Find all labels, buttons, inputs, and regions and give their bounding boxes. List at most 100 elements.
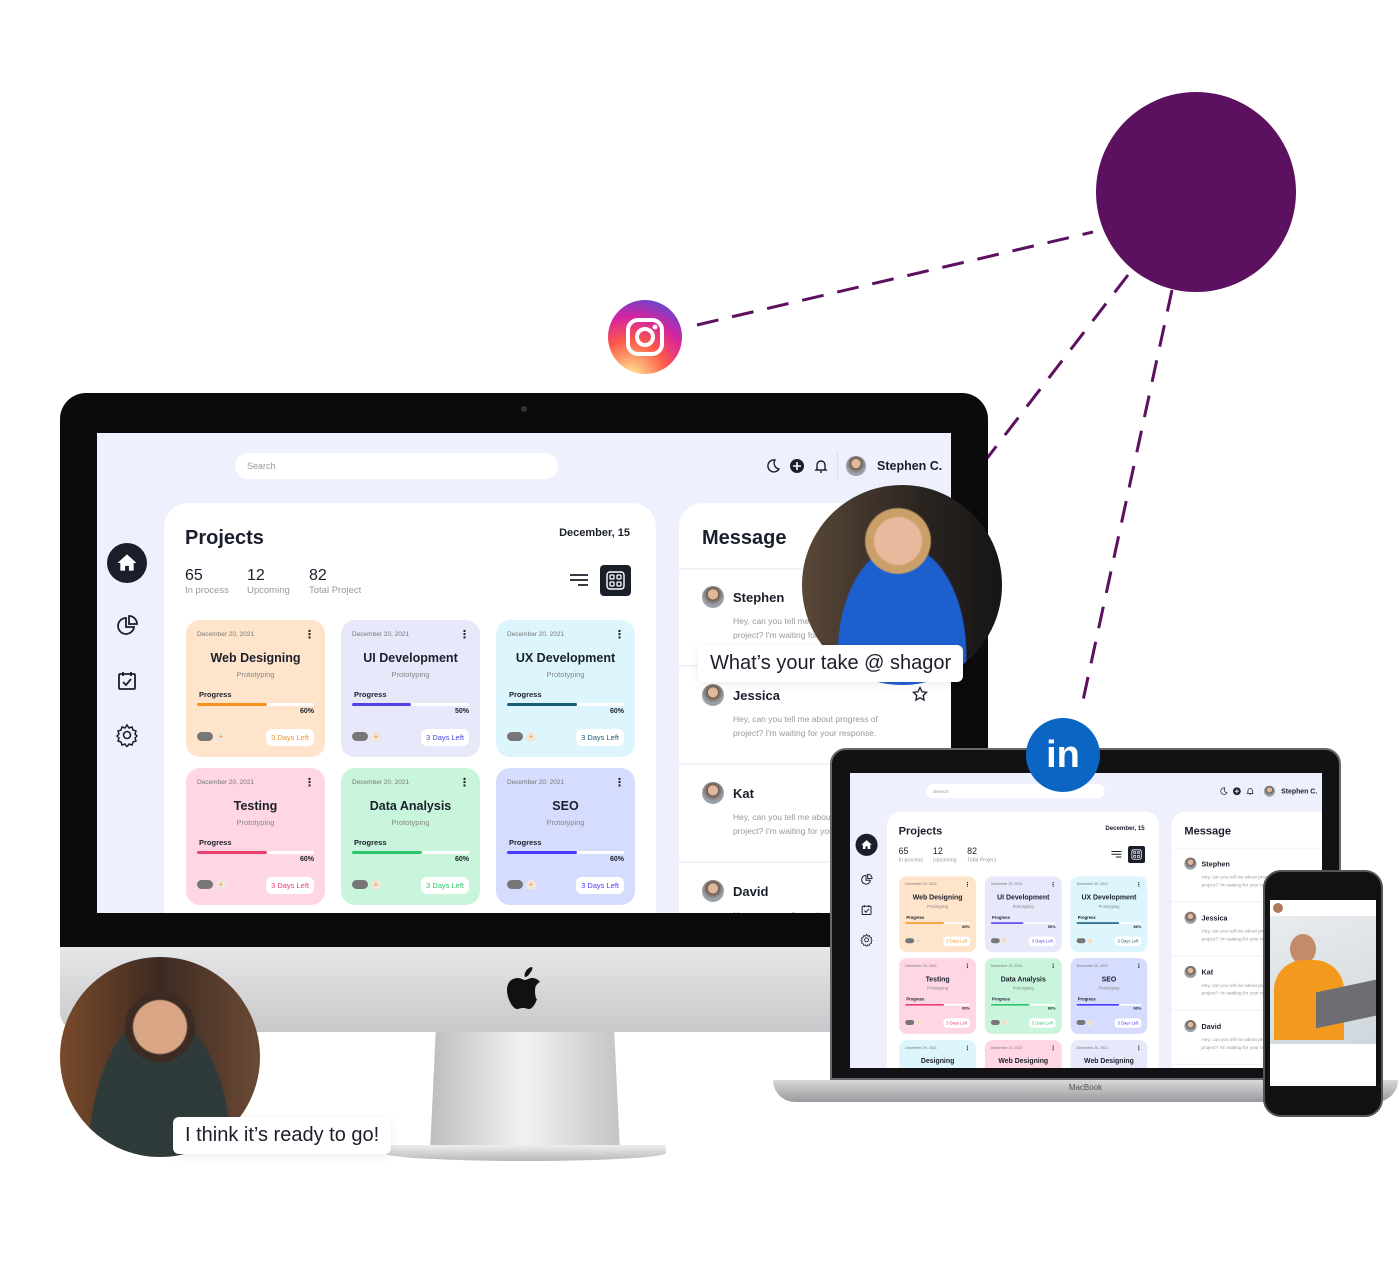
project-card[interactable]: December 20, 2021 ⋮ UI Development Prototyp… <box>984 876 1062 953</box>
project-card[interactable]: December 20, 2021 ⋮ Testing Prototyping Prog… <box>899 958 977 1034</box>
message-sender[interactable]: Jessica <box>733 688 780 703</box>
add-member-button[interactable]: + <box>371 880 381 890</box>
progress-percent: 60% <box>962 924 970 929</box>
more-options-icon[interactable]: ⋮ <box>1136 963 1142 970</box>
moon-icon[interactable] <box>1219 787 1228 796</box>
plus-circle-icon[interactable] <box>1232 787 1241 796</box>
message-sender[interactable]: David <box>1202 1022 1222 1030</box>
more-options-icon[interactable]: ⋮ <box>964 1044 970 1052</box>
user-name[interactable]: Stephen C. <box>1281 787 1317 795</box>
project-card[interactable]: December 20, 2021 ⋮ UX Development Prototyp… <box>1070 876 1148 953</box>
more-options-icon[interactable]: ⋮ <box>1050 1044 1056 1052</box>
more-options-icon[interactable]: ⋮ <box>1050 963 1056 970</box>
sidebar-home[interactable] <box>107 543 147 583</box>
message-sender[interactable]: Stephen <box>1202 860 1230 868</box>
message-avatar[interactable] <box>1184 965 1197 979</box>
project-card[interactable]: December 20, 2021⋮Web DesigningPrototypi… <box>186 620 325 757</box>
phone-screen <box>1270 900 1376 1086</box>
header-divider <box>837 451 838 481</box>
project-card[interactable]: December 20, 2021⋮Web DesigningPrototypi… <box>899 876 977 953</box>
stat-upcoming: 12 Upcoming <box>933 847 957 863</box>
add-member-button[interactable]: + <box>216 880 226 890</box>
sidebar-gear[interactable] <box>107 715 147 755</box>
add-member-button[interactable]: + <box>1001 938 1007 944</box>
member-avatars <box>1076 938 1086 944</box>
message-sender[interactable]: Kat <box>1202 968 1214 976</box>
message-preview[interactable]: Hey, can you tell me about progress of p… <box>733 712 903 740</box>
more-options-icon[interactable]: ⋮ <box>614 628 625 641</box>
message-avatar[interactable] <box>702 684 724 706</box>
projects-date: December, 15 <box>1105 824 1145 832</box>
card-title: Web Designing <box>210 651 301 665</box>
card-title: Data Analysis <box>369 799 452 813</box>
user-name[interactable]: Stephen C. <box>877 459 942 473</box>
message-avatar[interactable] <box>702 586 724 608</box>
progress-bar <box>1076 1004 1142 1006</box>
plus-circle-icon[interactable] <box>789 458 805 474</box>
more-options-icon[interactable]: ⋮ <box>304 776 315 789</box>
project-card[interactable]: December 20, 2021⋮Web DesigningPrototypi… <box>1070 1039 1148 1068</box>
more-options-icon[interactable]: ⋮ <box>304 628 315 641</box>
message-avatar[interactable] <box>702 880 724 902</box>
project-card[interactable]: December 20, 2021 ⋮ UI Development Prototyp… <box>341 620 480 757</box>
more-options-icon[interactable]: ⋮ <box>1050 881 1056 888</box>
star-icon[interactable] <box>911 685 929 707</box>
project-card[interactable]: December 20, 2021 ⋮ Testing Prototyping Prog… <box>186 768 325 905</box>
message-avatar[interactable] <box>1184 857 1197 870</box>
more-options-icon[interactable]: ⋮ <box>614 776 625 789</box>
more-options-icon[interactable]: ⋮ <box>964 881 970 888</box>
sidebar-calendar-check[interactable] <box>856 899 878 921</box>
message-avatar[interactable] <box>1184 911 1197 924</box>
list-view-button[interactable] <box>569 573 589 592</box>
add-member-button[interactable]: + <box>915 1020 922 1026</box>
stat-label: In process <box>898 857 923 864</box>
user-avatar[interactable] <box>846 456 866 476</box>
progress-percent: 50% <box>1047 924 1056 929</box>
sidebar-pie-chart[interactable] <box>856 869 878 891</box>
sidebar-calendar-check[interactable] <box>107 661 147 701</box>
bell-icon[interactable] <box>813 458 829 474</box>
project-card[interactable]: December 20, 2021 ⋮ SEO Prototyping Progress… <box>496 768 635 905</box>
moon-icon[interactable] <box>765 458 781 474</box>
progress-fill <box>905 922 945 924</box>
bell-icon[interactable] <box>1246 787 1255 796</box>
user-avatar[interactable] <box>1263 785 1276 797</box>
sidebar-pie-chart[interactable] <box>107 606 147 646</box>
project-card[interactable]: December 20, 2021 ⋮ UX Development Prototyp… <box>496 620 635 757</box>
more-options-icon[interactable]: ⋮ <box>1136 1044 1142 1052</box>
search-input[interactable]: Search <box>235 453 558 479</box>
message-avatar[interactable] <box>1184 1020 1197 1033</box>
list-view-button[interactable] <box>1111 850 1122 861</box>
add-member-button[interactable]: + <box>526 880 536 890</box>
grid-view-button[interactable] <box>600 565 631 596</box>
message-sender[interactable]: Jessica <box>1202 914 1228 922</box>
add-member-button[interactable]: + <box>526 732 536 742</box>
progress-percent: 60% <box>609 856 624 863</box>
more-options-icon[interactable]: ⋮ <box>1136 881 1142 888</box>
more-options-icon[interactable]: ⋮ <box>459 628 470 641</box>
project-card[interactable]: December 20, 2021 ⋮ Data Analysis Prototypi… <box>984 958 1062 1034</box>
progress-fill <box>352 851 423 854</box>
sidebar-gear[interactable] <box>856 929 878 951</box>
message-avatar[interactable] <box>702 782 724 804</box>
message-sender[interactable]: David <box>733 884 768 899</box>
card-subtitle: Prototyping <box>236 818 275 827</box>
grid-view-button[interactable] <box>1128 845 1146 864</box>
sidebar-home[interactable] <box>855 833 878 856</box>
add-member-button[interactable]: + <box>915 938 922 944</box>
project-card[interactable]: December 20, 2021 ⋮ SEO Prototyping Progress… <box>1070 958 1148 1034</box>
more-options-icon[interactable]: ⋮ <box>964 963 970 970</box>
add-member-button[interactable]: + <box>1087 938 1093 944</box>
project-card[interactable]: December 20, 2021⋮Web DesigningPrototypi… <box>984 1039 1062 1068</box>
message-sender[interactable]: Stephen <box>733 590 784 605</box>
more-options-icon[interactable]: ⋮ <box>459 776 470 789</box>
card-subtitle: Prototyping <box>546 670 585 679</box>
project-card[interactable]: December 20, 2021 ⋮ Data Analysis Prototypi… <box>341 768 480 905</box>
add-member-button[interactable]: + <box>1001 1020 1007 1026</box>
add-member-button[interactable]: + <box>371 732 381 742</box>
message-sender[interactable]: Kat <box>733 786 754 801</box>
add-member-button[interactable]: + <box>1087 1020 1093 1026</box>
stat-value: 82 <box>309 567 327 584</box>
add-member-button[interactable]: + <box>216 732 226 742</box>
project-card[interactable]: December 20, 2021⋮DesigningPrototypingPr… <box>899 1039 977 1068</box>
